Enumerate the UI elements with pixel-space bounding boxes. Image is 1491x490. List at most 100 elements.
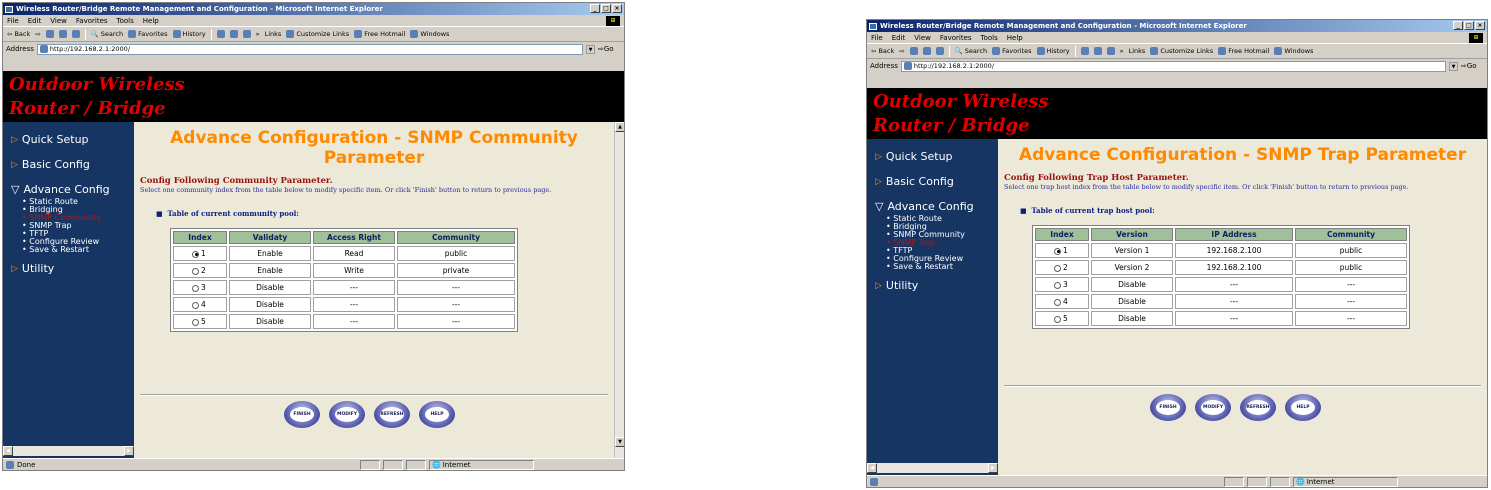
nav-utility[interactable]: ▷ Utility bbox=[867, 279, 998, 292]
close-button[interactable]: × bbox=[1475, 21, 1485, 30]
menu-favorites[interactable]: Favorites bbox=[940, 34, 972, 42]
index-cell[interactable]: 4 bbox=[1035, 294, 1089, 309]
favorites-button[interactable]: Favorites bbox=[128, 30, 168, 38]
index-cell[interactable]: 1 bbox=[173, 246, 227, 261]
help-button[interactable]: HELP bbox=[419, 401, 455, 428]
history-button[interactable]: History bbox=[172, 30, 206, 38]
index-radio[interactable] bbox=[1054, 315, 1061, 323]
print-icon[interactable] bbox=[1093, 47, 1102, 55]
nav-basic-config[interactable]: ▷ Basic Config bbox=[3, 158, 134, 171]
forward-arrow-icon[interactable]: ⇨ bbox=[899, 47, 904, 55]
horizontal-scrollbar[interactable]: ◀ ▶ bbox=[867, 463, 998, 473]
help-button[interactable]: HELP bbox=[1285, 394, 1321, 421]
table-row[interactable]: 3 Disable --- --- bbox=[173, 280, 515, 295]
modify-button[interactable]: MODIFY bbox=[329, 401, 365, 428]
stop-icon[interactable] bbox=[45, 30, 54, 38]
forward-arrow-icon[interactable]: ⇨ bbox=[35, 30, 40, 38]
index-radio[interactable] bbox=[1054, 281, 1061, 289]
refresh-icon[interactable] bbox=[922, 47, 931, 55]
menu-file[interactable]: File bbox=[7, 17, 19, 25]
horizontal-scrollbar[interactable]: ◀ ▶ bbox=[3, 446, 134, 456]
scroll-left-icon[interactable]: ◀ bbox=[867, 463, 877, 473]
index-radio[interactable] bbox=[192, 301, 199, 309]
address-dropdown-icon[interactable]: ▼ bbox=[586, 44, 595, 54]
menu-help[interactable]: Help bbox=[1007, 34, 1023, 42]
go-button[interactable]: ⇨Go bbox=[1461, 62, 1487, 70]
menu-file[interactable]: File bbox=[871, 34, 883, 42]
index-cell[interactable]: 5 bbox=[1035, 311, 1089, 326]
link-customize[interactable]: Customize Links bbox=[1150, 47, 1213, 55]
finish-button[interactable]: FINISH bbox=[1150, 394, 1186, 421]
modify-button[interactable]: MODIFY bbox=[1195, 394, 1231, 421]
maximize-button[interactable]: □ bbox=[1464, 21, 1474, 30]
link-windows[interactable]: Windows bbox=[1274, 47, 1313, 55]
index-cell[interactable]: 4 bbox=[173, 297, 227, 312]
maximize-button[interactable]: □ bbox=[601, 4, 611, 13]
scroll-right-icon[interactable]: ▶ bbox=[124, 446, 134, 456]
nav-basic-config[interactable]: ▷ Basic Config bbox=[867, 175, 998, 188]
index-radio[interactable] bbox=[192, 267, 199, 275]
menu-edit[interactable]: Edit bbox=[28, 17, 42, 25]
nav-sub-save-restart[interactable]: • Save & Restart bbox=[886, 263, 998, 271]
index-cell[interactable]: 3 bbox=[1035, 277, 1089, 292]
link-windows[interactable]: Windows bbox=[410, 30, 449, 38]
minimize-button[interactable]: _ bbox=[1453, 21, 1463, 30]
index-cell[interactable]: 1 bbox=[1035, 243, 1089, 258]
mail-icon[interactable] bbox=[216, 30, 225, 38]
scroll-right-icon[interactable]: ▶ bbox=[988, 463, 998, 473]
index-radio[interactable] bbox=[192, 284, 199, 292]
table-row[interactable]: 5 Disable --- --- bbox=[173, 314, 515, 329]
scroll-up-icon[interactable]: ▲ bbox=[615, 122, 624, 132]
index-radio[interactable] bbox=[1054, 298, 1061, 306]
finish-button[interactable]: FINISH bbox=[284, 401, 320, 428]
title-bar[interactable]: Wireless Router/Bridge Remote Management… bbox=[3, 3, 624, 15]
refresh-button[interactable]: REFRESH bbox=[374, 401, 410, 428]
search-button[interactable]: 🔍 Search bbox=[955, 47, 987, 55]
menu-view[interactable]: View bbox=[914, 34, 931, 42]
scroll-down-icon[interactable]: ▼ bbox=[615, 437, 624, 447]
menu-tools[interactable]: Tools bbox=[981, 34, 998, 42]
links-label[interactable]: Links bbox=[1129, 47, 1146, 55]
index-cell[interactable]: 2 bbox=[173, 263, 227, 278]
address-input[interactable]: http://192.168.2.1:2000/ bbox=[900, 60, 1446, 72]
mail-icon[interactable] bbox=[1080, 47, 1089, 55]
table-row[interactable]: 2 Version 2 192.168.2.100 public bbox=[1035, 260, 1407, 275]
scroll-left-icon[interactable]: ◀ bbox=[3, 446, 13, 456]
link-hotmail[interactable]: Free Hotmail bbox=[1218, 47, 1269, 55]
menu-favorites[interactable]: Favorites bbox=[76, 17, 108, 25]
index-radio[interactable] bbox=[1054, 264, 1061, 272]
table-row[interactable]: 4 Disable --- --- bbox=[173, 297, 515, 312]
stop-icon[interactable] bbox=[909, 47, 918, 55]
link-hotmail[interactable]: Free Hotmail bbox=[354, 30, 405, 38]
back-button[interactable]: ⇦ Back bbox=[871, 47, 894, 55]
back-button[interactable]: ⇦ Back bbox=[7, 30, 30, 38]
address-dropdown-icon[interactable]: ▼ bbox=[1449, 61, 1458, 71]
nav-sub-save-restart[interactable]: • Save & Restart bbox=[22, 246, 134, 254]
history-button[interactable]: History bbox=[1036, 47, 1070, 55]
index-radio[interactable] bbox=[192, 250, 199, 258]
table-row[interactable]: 1 Enable Read public bbox=[173, 246, 515, 261]
table-row[interactable]: 5 Disable --- --- bbox=[1035, 311, 1407, 326]
nav-advance-config[interactable]: ▽ Advance Config bbox=[3, 183, 134, 196]
link-customize[interactable]: Customize Links bbox=[286, 30, 349, 38]
nav-utility[interactable]: ▷ Utility bbox=[3, 262, 134, 275]
chevron-icon[interactable]: » bbox=[1120, 47, 1124, 55]
table-row[interactable]: 2 Enable Write private bbox=[173, 263, 515, 278]
index-radio[interactable] bbox=[192, 318, 199, 326]
links-label[interactable]: Links bbox=[265, 30, 282, 38]
index-radio[interactable] bbox=[1054, 247, 1061, 255]
go-button[interactable]: ⇨Go bbox=[598, 45, 624, 53]
home-icon[interactable] bbox=[71, 30, 80, 38]
table-row[interactable]: 1 Version 1 192.168.2.100 public bbox=[1035, 243, 1407, 258]
nav-advance-config[interactable]: ▽ Advance Config bbox=[867, 200, 998, 213]
favorites-button[interactable]: Favorites bbox=[992, 47, 1032, 55]
menu-view[interactable]: View bbox=[50, 17, 67, 25]
refresh-icon[interactable] bbox=[58, 30, 67, 38]
edit-icon[interactable] bbox=[1106, 47, 1115, 55]
nav-quick-setup[interactable]: ▷ Quick Setup bbox=[867, 150, 998, 163]
search-button[interactable]: 🔍 Search bbox=[91, 30, 123, 38]
index-cell[interactable]: 5 bbox=[173, 314, 227, 329]
table-row[interactable]: 3 Disable --- --- bbox=[1035, 277, 1407, 292]
title-bar[interactable]: Wireless Router/Bridge Remote Management… bbox=[867, 20, 1487, 32]
address-input[interactable]: http://192.168.2.1:2000/ bbox=[36, 43, 583, 55]
